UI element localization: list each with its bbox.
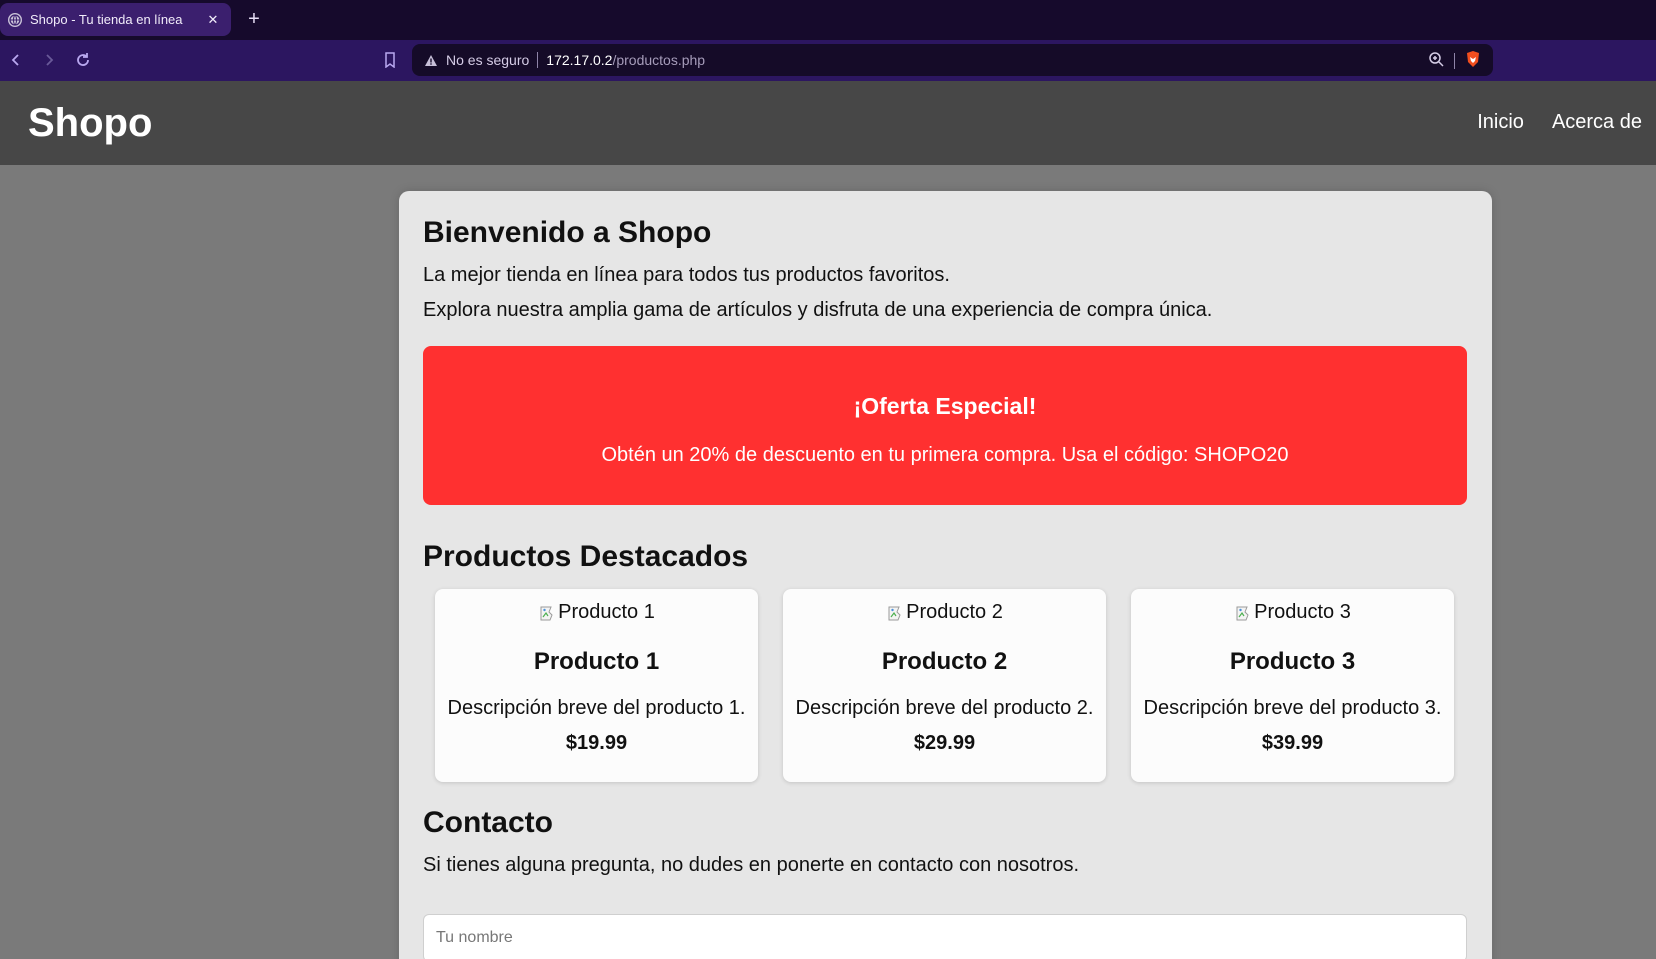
intro-text-2: Explora nuestra amplia gama de artículos…: [423, 299, 1213, 321]
web-page: Shopo Inicio Acerca de Bienvenido a Shop…: [0, 81, 1656, 959]
product-image-alt: Producto 2: [906, 601, 1003, 623]
tab-title: Shopo - Tu tienda en línea: [30, 12, 183, 27]
special-offer-banner: ¡Oferta Especial! Obtén un 20% de descue…: [423, 346, 1467, 505]
contact-title: Contacto: [423, 806, 553, 839]
security-status: No es seguro: [446, 52, 530, 68]
product-image[interactable]: Producto 1: [435, 601, 758, 624]
offer-text: Obtén un 20% de descuento en tu primera …: [601, 444, 1289, 466]
intro-text: La mejor tienda en línea para todos tus …: [423, 264, 950, 286]
product-card[interactable]: Producto 2 Producto 2 Descripción breve …: [783, 589, 1106, 782]
product-name: Producto 1: [533, 648, 660, 675]
contact-text: Si tienes alguna pregunta, no dudes en p…: [423, 854, 1080, 876]
product-image-alt: Producto 3: [1254, 601, 1351, 623]
browser-toolbar: No es seguro 172.17.0.2 /productos.php: [0, 40, 1656, 81]
offer-title: ¡Oferta Especial!: [853, 393, 1037, 419]
browser-tab-bar: Shopo - Tu tienda en línea ✕ +: [0, 0, 1656, 40]
product-card[interactable]: Producto 3 Producto 3 Descripción breve …: [1131, 589, 1454, 782]
nav-link-acerca-de[interactable]: Acerca de: [1552, 111, 1642, 134]
forward-icon[interactable]: [39, 50, 59, 70]
broken-image-icon: [886, 603, 906, 623]
url-path: /productos.php: [612, 52, 706, 68]
zoom-icon[interactable]: [1428, 51, 1444, 70]
nav-link-inicio[interactable]: Inicio: [1477, 111, 1524, 134]
address-bar[interactable]: No es seguro 172.17.0.2 /productos.php: [412, 44, 1493, 76]
address-divider: [537, 52, 539, 68]
product-name: Producto 3: [1229, 648, 1356, 675]
product-name: Producto 2: [881, 648, 1008, 675]
product-card[interactable]: Producto 1 Producto 1 Descripción breve …: [435, 589, 758, 782]
broken-image-icon: [538, 603, 558, 623]
browser-tab[interactable]: Shopo - Tu tienda en línea ✕: [0, 3, 231, 36]
product-image-alt: Producto 1: [558, 601, 655, 623]
reload-icon[interactable]: [73, 50, 93, 70]
omnibox-divider: [1454, 52, 1455, 69]
brave-shield-icon[interactable]: [1465, 50, 1481, 71]
broken-image-icon: [1234, 603, 1254, 623]
plus-icon[interactable]: +: [244, 9, 264, 29]
site-header: Shopo Inicio Acerca de: [0, 81, 1656, 165]
url-host: 172.17.0.2: [546, 52, 613, 68]
site-nav: Inicio Acerca de: [1477, 111, 1642, 134]
bookmark-icon[interactable]: [380, 50, 400, 70]
product-description: Descripción breve del producto 1.: [447, 697, 746, 719]
product-image[interactable]: Producto 3: [1131, 601, 1454, 624]
site-logo[interactable]: Shopo: [28, 101, 152, 146]
main-container: Bienvenido a Shopo La mejor tienda en lí…: [399, 191, 1492, 959]
product-price: $39.99: [1261, 732, 1324, 754]
name-input[interactable]: [423, 914, 1467, 959]
products-title: Productos Destacados: [423, 540, 749, 573]
back-icon[interactable]: [6, 50, 26, 70]
globe-icon: [8, 12, 22, 27]
close-icon[interactable]: ✕: [205, 12, 221, 28]
product-image[interactable]: Producto 2: [783, 601, 1106, 624]
warning-icon[interactable]: [424, 54, 438, 67]
product-description: Descripción breve del producto 2.: [795, 697, 1094, 719]
welcome-title: Bienvenido a Shopo: [423, 216, 712, 249]
product-price: $19.99: [565, 732, 628, 754]
product-description: Descripción breve del producto 3.: [1143, 697, 1442, 719]
product-price: $29.99: [913, 732, 976, 754]
